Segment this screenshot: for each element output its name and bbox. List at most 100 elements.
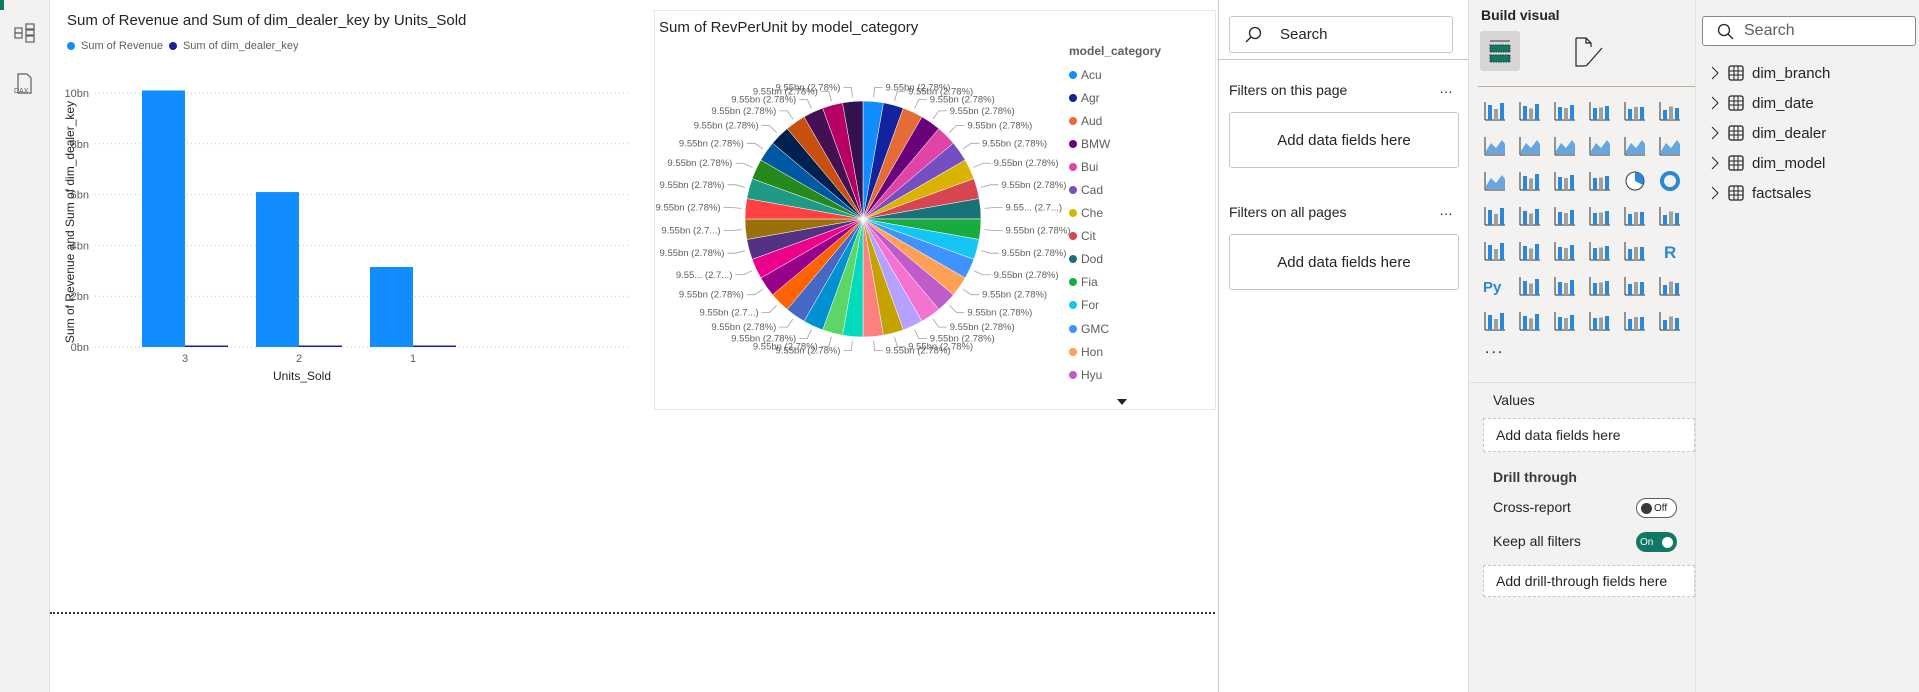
waterfall-chart-icon[interactable] xyxy=(1518,169,1553,204)
pie-data-label: 9.55bn (2.78%) xyxy=(1005,226,1070,237)
stacked-area-chart-icon[interactable] xyxy=(1553,134,1588,169)
pie-data-label: 9.55bn (2.78%) xyxy=(950,106,1015,117)
bar-dealer-key-3[interactable] xyxy=(185,345,228,348)
goals-icon[interactable] xyxy=(1658,274,1693,309)
decomposition-tree-icon[interactable] xyxy=(1553,274,1588,309)
power-automate-icon[interactable] xyxy=(1658,309,1693,344)
build-visual-icon xyxy=(1489,40,1511,63)
multi-row-card-icon[interactable] xyxy=(1483,239,1518,274)
table-icon xyxy=(1728,125,1744,141)
pie-legend-item[interactable]: Fia xyxy=(1069,271,1110,294)
pie-legend-item[interactable]: Aud xyxy=(1069,109,1110,132)
pie-legend-item[interactable]: Agr xyxy=(1069,86,1110,109)
pie-legend-item[interactable]: For xyxy=(1069,294,1110,317)
100-stacked-area-chart-icon[interactable] xyxy=(1588,134,1623,169)
line-clustered-column-chart-icon[interactable] xyxy=(1658,134,1693,169)
bar-revenue-2[interactable] xyxy=(256,192,299,347)
table-item-dim-model[interactable]: dim_model xyxy=(1710,148,1830,178)
card-icon[interactable] xyxy=(1658,204,1693,239)
qa-icon[interactable] xyxy=(1588,274,1623,309)
pie-legend-item[interactable]: BMW xyxy=(1069,132,1110,155)
kpi-icon[interactable] xyxy=(1518,239,1553,274)
pie-data-label: 9.55bn (2.78%) xyxy=(776,83,841,94)
chevron-right-icon[interactable] xyxy=(1710,96,1720,110)
azure-map-icon[interactable] xyxy=(1588,204,1623,239)
pie-legend-item[interactable]: Cit xyxy=(1069,225,1110,248)
chevron-right-icon[interactable] xyxy=(1710,126,1720,140)
paginated-report-icon[interactable] xyxy=(1483,309,1518,344)
100-stacked-column-chart-icon[interactable] xyxy=(1658,99,1693,134)
table-item-dim-branch[interactable]: dim_branch xyxy=(1710,58,1830,88)
bar-revenue-1[interactable] xyxy=(370,266,413,347)
pie-legend-item[interactable]: Hyu xyxy=(1069,363,1110,386)
new-card-icon[interactable] xyxy=(1518,309,1553,344)
map-icon[interactable] xyxy=(1518,204,1553,239)
pie-leader-line xyxy=(984,229,1003,231)
pie-leader-line xyxy=(761,125,778,134)
chevron-right-icon[interactable] xyxy=(1710,186,1720,200)
pie-legend-item[interactable]: Hon xyxy=(1069,340,1110,363)
scatter-chart-icon[interactable] xyxy=(1588,169,1623,204)
100-stacked-bar-chart-icon[interactable] xyxy=(1623,99,1658,134)
filters-this-page-more-button[interactable]: … xyxy=(1439,80,1453,96)
filled-map-icon[interactable] xyxy=(1553,204,1588,239)
data-search-input[interactable]: Search xyxy=(1702,16,1916,46)
table-item-factsales[interactable]: factsales xyxy=(1710,178,1830,208)
pie-chart-icon[interactable] xyxy=(1623,169,1658,204)
slicer-icon[interactable] xyxy=(1553,239,1588,274)
table-item-dim-dealer[interactable]: dim_dealer xyxy=(1710,118,1830,148)
key-influencers-icon[interactable] xyxy=(1518,274,1553,309)
legend-scroll-down-icon[interactable] xyxy=(1117,399,1127,405)
format-visual-tab[interactable] xyxy=(1574,36,1606,73)
legend-label: Agr xyxy=(1081,90,1100,105)
python-visual-icon[interactable]: Py xyxy=(1483,274,1518,309)
chevron-right-icon[interactable] xyxy=(1710,66,1720,80)
bar-dealer-key-1[interactable] xyxy=(413,345,456,348)
narrative-icon[interactable] xyxy=(1623,274,1658,309)
filters-all-pages-drop-zone[interactable]: Add data fields here xyxy=(1229,234,1459,290)
r-visual-icon[interactable]: R xyxy=(1658,239,1693,274)
cross-report-toggle[interactable]: Off xyxy=(1636,498,1677,518)
divider xyxy=(1469,382,1696,383)
donut-chart-icon[interactable] xyxy=(1658,169,1693,204)
clustered-column-chart-icon[interactable] xyxy=(1588,99,1623,134)
gauge-icon[interactable] xyxy=(1623,204,1658,239)
build-visual-tab[interactable] xyxy=(1480,31,1520,71)
keep-all-filters-toggle[interactable]: On xyxy=(1636,532,1677,552)
bar-revenue-3[interactable] xyxy=(142,90,185,348)
pie-legend-item[interactable]: Bui xyxy=(1069,155,1110,178)
filters-all-pages-more-button[interactable]: … xyxy=(1439,202,1453,218)
power-apps-icon[interactable] xyxy=(1623,309,1658,344)
filters-this-page-drop-zone[interactable]: Add data fields here xyxy=(1229,112,1459,168)
filters-search-input[interactable]: Search xyxy=(1229,16,1453,53)
funnel-icon[interactable] xyxy=(1553,169,1588,204)
table-item-dim-date[interactable]: dim_date xyxy=(1710,88,1830,118)
values-drop-zone[interactable]: Add data fields here xyxy=(1483,418,1695,452)
ribbon-chart-icon[interactable] xyxy=(1483,169,1518,204)
new-slicer-icon[interactable] xyxy=(1553,309,1588,344)
pie-legend-item[interactable]: Cad xyxy=(1069,178,1110,201)
table-icon[interactable] xyxy=(1588,239,1623,274)
pie-chart-visual[interactable]: Sum of RevPerUnit by model_category 9.55… xyxy=(654,10,1216,410)
treemap-icon[interactable] xyxy=(1483,204,1518,239)
pie-legend-item[interactable]: GMC xyxy=(1069,317,1110,340)
drill-through-drop-zone[interactable]: Add drill-through fields here xyxy=(1483,565,1695,597)
clustered-bar-chart-icon[interactable] xyxy=(1553,99,1588,134)
matrix-icon[interactable] xyxy=(1623,239,1658,274)
azure-map-2-icon[interactable] xyxy=(1588,309,1623,344)
pie-leader-line xyxy=(735,162,753,168)
bar-dealer-key-2[interactable] xyxy=(299,345,342,348)
stacked-column-chart-icon[interactable] xyxy=(1518,99,1553,134)
area-chart-icon[interactable] xyxy=(1518,134,1553,169)
chevron-right-icon[interactable] xyxy=(1710,156,1720,170)
filters-search-placeholder: Search xyxy=(1280,26,1328,43)
line-chart-icon[interactable] xyxy=(1483,134,1518,169)
more-visuals-button[interactable]: ... xyxy=(1485,340,1504,358)
pie-legend-item[interactable]: Che xyxy=(1069,202,1110,225)
filters-pane: Search Filters on this page … Add data f… xyxy=(1218,0,1469,692)
pie-legend-item[interactable]: Acu xyxy=(1069,63,1110,86)
stacked-bar-chart-icon[interactable] xyxy=(1483,99,1518,134)
line-stacked-column-chart-icon[interactable] xyxy=(1623,134,1658,169)
pie-leader-line xyxy=(727,250,746,254)
pie-legend-item[interactable]: Dod xyxy=(1069,248,1110,271)
